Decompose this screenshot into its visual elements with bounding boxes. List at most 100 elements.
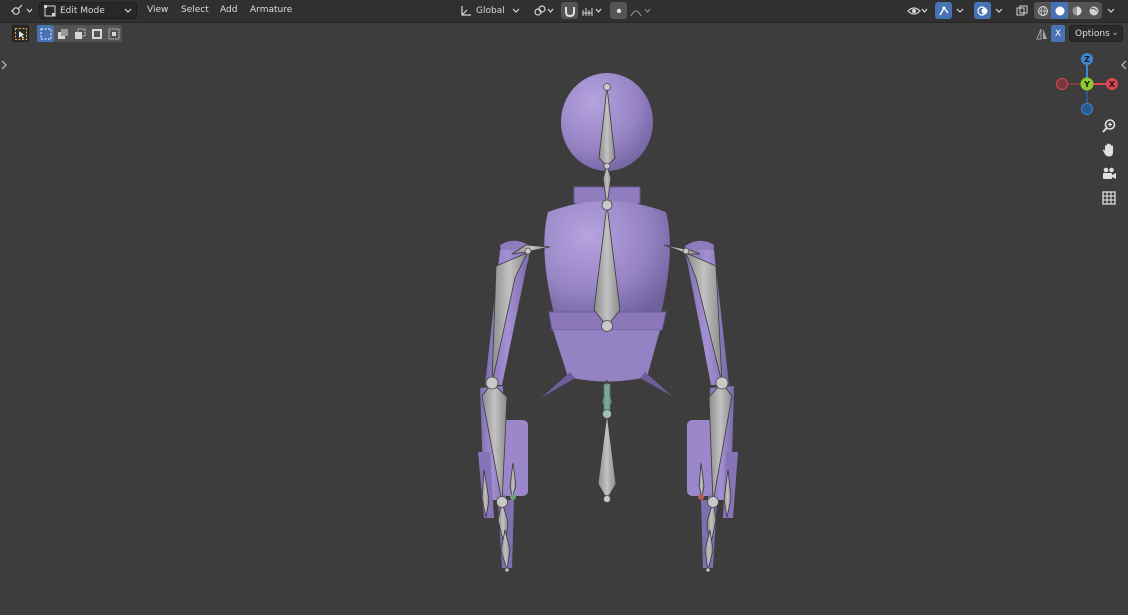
- select-intersect-icon: [108, 28, 119, 39]
- snap-toggle-button[interactable]: [561, 2, 578, 19]
- gizmo-z-label: Z: [1084, 55, 1090, 64]
- selected-vertex-marker: [510, 494, 516, 500]
- solid-shading-icon: [1055, 6, 1064, 15]
- overlay-toggle-button[interactable]: [974, 2, 991, 19]
- hip-flap-right: [640, 372, 672, 396]
- shading-rendered-button[interactable]: [1085, 2, 1102, 19]
- orientation-label: Global: [476, 5, 505, 16]
- menu-armature[interactable]: Armature: [246, 3, 296, 18]
- chevron-down-icon: [956, 8, 964, 13]
- gizmo-icon: [938, 6, 949, 15]
- falloff-curve-icon: [630, 8, 651, 16]
- joint-shoulder-left[interactable]: [524, 247, 532, 255]
- wireframe-shading-icon: [1037, 5, 1048, 16]
- magnet-icon: [564, 6, 575, 17]
- joint-wrist-left[interactable]: [496, 496, 508, 508]
- joint-shoulder-right[interactable]: [682, 247, 690, 255]
- joint-head-tip[interactable]: [603, 83, 611, 91]
- chevron-down-icon: [1113, 32, 1117, 35]
- chevron-down-icon: [124, 8, 132, 13]
- pivot-point-button[interactable]: [531, 2, 557, 19]
- gizmo-neg-z-axis[interactable]: [1081, 103, 1093, 115]
- eye-selectability-icon: [907, 6, 928, 15]
- camera-icon: [1103, 167, 1116, 179]
- proportional-icon: [616, 8, 621, 13]
- pivot-icon: [534, 4, 554, 16]
- gizmo-dropdown[interactable]: [953, 2, 967, 19]
- cursor-select-icon: [14, 27, 27, 40]
- 3d-viewport-icon: [11, 4, 33, 15]
- orientation-dropdown[interactable]: Global: [455, 2, 525, 19]
- options-label: Options: [1075, 28, 1110, 39]
- options-dropdown[interactable]: Options: [1069, 25, 1123, 42]
- xray-toggle-button[interactable]: [1013, 2, 1030, 19]
- snap-target-button[interactable]: [580, 2, 606, 19]
- shading-material-button[interactable]: [1068, 2, 1085, 19]
- scene-canvas[interactable]: [0, 0, 1128, 615]
- joint-root[interactable]: [602, 409, 612, 419]
- chevron-down-icon: [512, 8, 520, 13]
- joint-wrist-right[interactable]: [707, 496, 719, 508]
- 3d-viewport[interactable]: Edit Mode View Select Add Armature Globa…: [0, 0, 1128, 615]
- gizmo-neg-x-axis[interactable]: [1056, 78, 1068, 90]
- joint-hand-tip-right[interactable]: [705, 567, 711, 573]
- selectability-visibility-button[interactable]: [905, 2, 931, 19]
- mirror-icon: [1035, 28, 1047, 39]
- select-mode-set[interactable]: [37, 25, 54, 42]
- xray-icon: [1016, 5, 1027, 15]
- select-extend-icon: [57, 28, 68, 39]
- menu-view[interactable]: View: [143, 3, 172, 18]
- gizmo-y-label: Y: [1083, 80, 1090, 89]
- joint-chest[interactable]: [601, 199, 613, 211]
- viewport-header: Edit Mode View Select Add Armature Globa…: [0, 0, 1128, 23]
- overlay-icon: [976, 5, 987, 16]
- joint-waist[interactable]: [601, 320, 613, 332]
- proportional-edit-button[interactable]: [610, 2, 627, 19]
- select-set-icon: [40, 28, 51, 39]
- gizmo-x-label: X: [1109, 80, 1116, 89]
- mirror-x-label: X: [1054, 28, 1062, 39]
- rendered-shading-icon: [1089, 6, 1098, 15]
- menu-add[interactable]: Add: [216, 3, 241, 18]
- select-mode-intersect[interactable]: [105, 25, 122, 42]
- joint-pelvis-tip[interactable]: [603, 495, 611, 503]
- shading-options-dropdown[interactable]: [1104, 2, 1118, 19]
- joint-elbow-right[interactable]: [715, 376, 729, 390]
- editor-type-button[interactable]: [8, 2, 36, 19]
- bone-pelvis[interactable]: [597, 413, 617, 500]
- mode-dropdown[interactable]: Edit Mode: [39, 2, 137, 19]
- chevron-down-icon: [1107, 8, 1115, 13]
- joint-neck[interactable]: [603, 162, 611, 170]
- falloff-button[interactable]: [628, 2, 654, 19]
- ortho-toggle-button[interactable]: [1099, 188, 1119, 208]
- chevron-down-icon: [995, 8, 1003, 13]
- mode-label: Edit Mode: [60, 5, 105, 16]
- gizmo-toggle-button[interactable]: [935, 2, 952, 19]
- armature-edit-icon: [44, 4, 56, 16]
- navigation-gizmo[interactable]: Z X Y: [1052, 49, 1122, 119]
- select-invert-icon: [91, 28, 102, 39]
- zoom-button[interactable]: [1099, 116, 1119, 136]
- overlay-dropdown[interactable]: [992, 2, 1006, 19]
- mirror-x-toggle[interactable]: X: [1051, 25, 1065, 42]
- shading-solid-button[interactable]: [1051, 2, 1068, 19]
- joint-hand-tip-left[interactable]: [504, 567, 510, 573]
- active-tool-button[interactable]: [12, 25, 29, 42]
- select-mode-subtract[interactable]: [71, 25, 88, 42]
- camera-view-button[interactable]: [1099, 164, 1119, 184]
- shading-wireframe-button[interactable]: [1034, 2, 1051, 19]
- toolbar-expand-arrow[interactable]: [1, 60, 7, 70]
- snap-increment-icon: [582, 7, 602, 16]
- pan-button[interactable]: [1099, 140, 1119, 160]
- select-mode-extend[interactable]: [54, 25, 71, 42]
- select-subtract-icon: [74, 28, 85, 39]
- hip-flap-left: [541, 372, 575, 398]
- menu-select[interactable]: Select: [177, 3, 213, 18]
- grid-ortho-icon: [1102, 191, 1116, 205]
- hand-pan-icon: [1102, 143, 1113, 157]
- select-mode-invert[interactable]: [88, 25, 105, 42]
- joint-elbow-left[interactable]: [485, 376, 499, 390]
- mirror-options-button[interactable]: [1033, 25, 1050, 42]
- zoom-icon: [1102, 119, 1116, 133]
- global-orientation-icon: [461, 5, 471, 16]
